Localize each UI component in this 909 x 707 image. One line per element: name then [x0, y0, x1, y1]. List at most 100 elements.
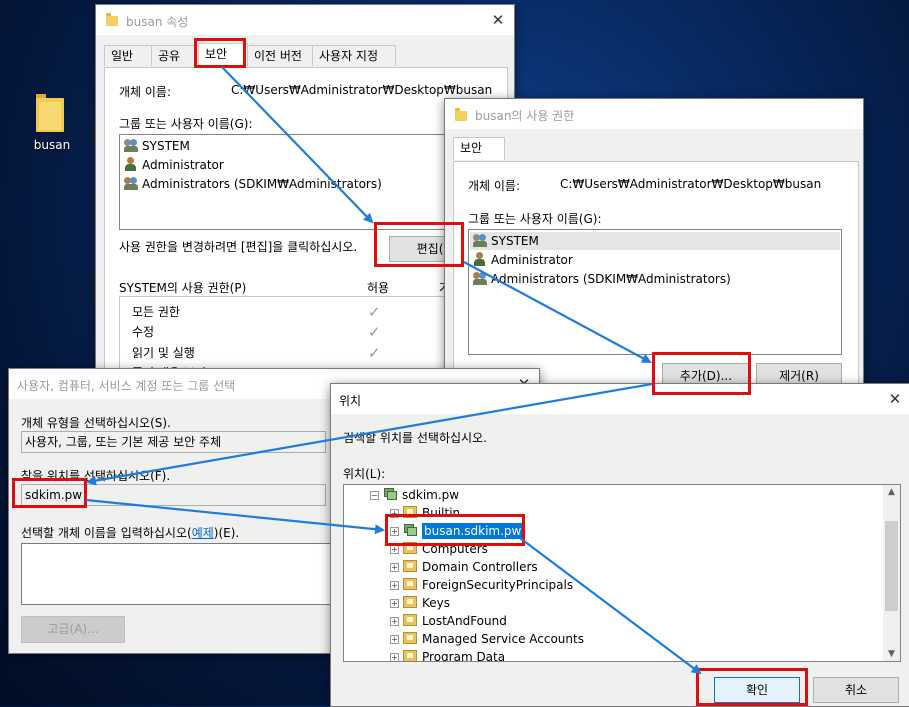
tab-sharing[interactable]: 공유 — [151, 45, 199, 66]
expand-icon[interactable]: + — [390, 653, 399, 661]
desktop-folder-label: busan — [33, 138, 71, 152]
folder-icon — [36, 94, 64, 132]
users-icon — [124, 176, 140, 190]
ok-button[interactable]: 확인 — [714, 677, 800, 703]
expand-icon[interactable]: + — [390, 581, 399, 590]
list-item[interactable]: Administrators (SDKIM₩Administrators) — [473, 270, 731, 288]
tree-item[interactable]: + Domain Controllers — [390, 558, 538, 576]
expand-icon[interactable]: + — [390, 563, 399, 572]
object-type-field: 사용자, 그룹, 또는 기본 제공 보안 주체 — [21, 431, 326, 453]
tab-previous-versions[interactable]: 이전 버전 — [247, 45, 316, 66]
edit-hint: 사용 권한을 변경하려면 [편집]을 클릭하십시오. — [119, 240, 358, 254]
folder-icon — [403, 632, 417, 644]
list-item[interactable]: Administrators (SDKIM₩Administrators) — [124, 175, 382, 193]
tree-item-selected[interactable]: + busan.sdkim.pw — [390, 522, 524, 540]
folder-icon — [106, 13, 118, 26]
advanced-button[interactable]: 고급(A)... — [21, 616, 125, 643]
location-titlebar[interactable]: 위치 ✕ — [331, 384, 909, 414]
perm-item: 모든 권한 — [132, 305, 180, 319]
check-icon: ✓ — [368, 303, 381, 321]
user-list[interactable]: SYSTEM Administrator Administrators (SDK… — [468, 229, 842, 355]
object-path: C:₩Users₩Administrator₩Desktop₩busan — [231, 83, 493, 97]
object-name-label: 개체 이름: — [468, 179, 521, 193]
expand-icon[interactable]: + — [390, 635, 399, 644]
user-icon — [473, 252, 489, 266]
close-icon[interactable]: ✕ — [489, 11, 507, 29]
domain-icon — [403, 524, 417, 536]
folder-icon — [403, 542, 417, 554]
tree-scrollbar[interactable]: ▲ ▼ — [883, 485, 900, 661]
list-item[interactable]: Administrator — [124, 156, 224, 174]
folder-icon — [403, 596, 417, 608]
allow-column: 허용 — [367, 281, 390, 295]
permissions-panel: 개체 이름: C:₩Users₩Administrator₩Desktop₩bu… — [453, 161, 859, 399]
tree-item[interactable]: + Keys — [390, 594, 450, 612]
location-tree[interactable]: − sdkim.pw + Builtin + busan.sdkim.pw + Comp… — [343, 484, 901, 662]
collapse-icon[interactable]: − — [370, 491, 379, 500]
folder-icon — [403, 578, 417, 590]
folder-icon — [455, 108, 467, 121]
users-icon — [124, 138, 140, 152]
perm-item: 수정 — [132, 325, 155, 339]
tree-item[interactable]: + Computers — [390, 540, 488, 558]
tree-item[interactable]: + Builtin — [390, 504, 460, 522]
object-name-label: 개체 이름: — [119, 85, 172, 99]
group-label: 그룹 또는 사용자 이름(G): — [468, 212, 602, 226]
expand-icon[interactable]: + — [390, 545, 399, 554]
users-icon — [473, 233, 489, 247]
location-field: sdkim.pw — [21, 484, 326, 506]
examples-link[interactable]: 예제 — [192, 526, 214, 540]
tree-item[interactable]: + Program Data — [390, 648, 505, 661]
perm-header: SYSTEM의 사용 권한(P) — [119, 281, 247, 295]
folder-icon — [403, 560, 417, 572]
tree-item[interactable]: + Managed Service Accounts — [390, 630, 584, 648]
location-tree-label: 위치(L): — [343, 467, 386, 481]
names-label: 선택할 개체 이름을 입력하십시오(예제)(E). — [21, 526, 240, 540]
object-type-label: 개체 유형을 선택하십시오(S). — [21, 416, 171, 430]
folder-icon — [403, 506, 417, 518]
domain-icon — [383, 488, 397, 500]
names-input[interactable] — [21, 543, 346, 605]
permissions-titlebar[interactable]: busan의 사용 권한 — [445, 99, 863, 129]
scroll-thumb[interactable] — [885, 521, 898, 611]
properties-tabs: 일반 공유 보안 이전 버전 사용자 지정 — [104, 43, 504, 67]
permissions-window: busan의 사용 권한 보안 개체 이름: C:₩Users₩Administ… — [444, 98, 864, 400]
tree-item[interactable]: + ForeignSecurityPrincipals — [390, 576, 573, 594]
close-icon[interactable]: ✕ — [886, 390, 904, 408]
tree-root[interactable]: − sdkim.pw — [370, 486, 459, 504]
user-icon — [124, 157, 140, 171]
users-icon — [473, 271, 489, 285]
list-item[interactable]: SYSTEM — [124, 137, 190, 155]
check-icon: ✓ — [368, 323, 381, 341]
list-item[interactable]: SYSTEM — [470, 232, 840, 250]
cancel-button[interactable]: 취소 — [813, 677, 899, 703]
check-icon: ✓ — [368, 344, 381, 362]
select-users-title: 사용자, 컴퓨터, 서비스 계정 또는 그룹 선택 — [17, 379, 236, 393]
location-label: 찾을 위치를 선택하십시오(F). — [21, 469, 171, 483]
tab-general[interactable]: 일반 — [104, 45, 152, 66]
tab-security[interactable]: 보안 — [198, 43, 248, 66]
scroll-up-icon[interactable]: ▲ — [883, 487, 900, 497]
permissions-title: busan의 사용 권한 — [475, 109, 575, 123]
location-title: 위치 — [339, 394, 362, 408]
tree-item[interactable]: + LostAndFound — [390, 612, 507, 630]
expand-icon[interactable]: + — [390, 509, 399, 518]
expand-icon[interactable]: + — [390, 599, 399, 608]
folder-icon — [403, 650, 417, 661]
list-item[interactable]: Administrator — [473, 251, 573, 269]
permissions-tabs: 보안 — [453, 137, 853, 161]
properties-titlebar[interactable]: busan 속성 ✕ — [96, 5, 514, 35]
expand-icon[interactable]: + — [390, 527, 399, 536]
group-label: 그룹 또는 사용자 이름(G): — [119, 117, 253, 131]
properties-title: busan 속성 — [126, 15, 189, 29]
tab-customize[interactable]: 사용자 지정 — [312, 45, 396, 66]
location-window: 위치 ✕ 검색할 위치를 선택하십시오. 위치(L): − sdkim.pw + B… — [330, 383, 909, 707]
scroll-down-icon[interactable]: ▼ — [883, 649, 900, 659]
location-prompt: 검색할 위치를 선택하십시오. — [343, 431, 487, 445]
tab-security[interactable]: 보안 — [453, 137, 505, 160]
desktop-folder[interactable]: busan — [28, 90, 78, 160]
perm-item: 읽기 및 실행 — [132, 346, 195, 360]
folder-icon — [403, 614, 417, 626]
object-path: C:₩Users₩Administrator₩Desktop₩busan — [560, 177, 822, 191]
expand-icon[interactable]: + — [390, 617, 399, 626]
